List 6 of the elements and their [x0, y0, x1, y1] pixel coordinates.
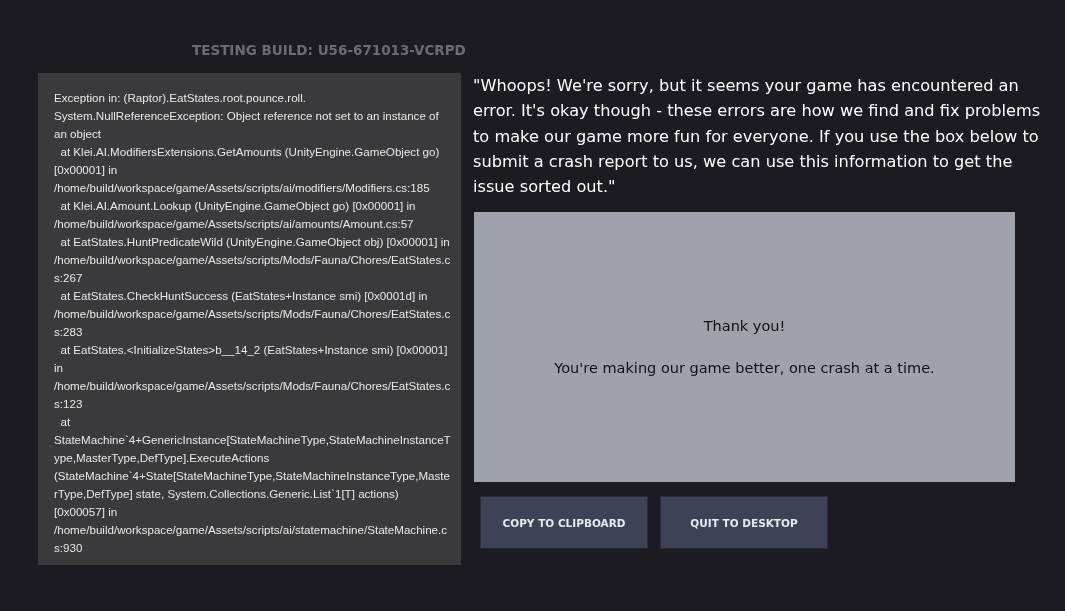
stack-trace-text: Exception in: (Raptor).EatStates.root.pounce.roll. System.NullReferenceException: Object reference not set to an instance of an object at Klei.AI.ModifiersExtensions.GetAmounts (UnityEngine.GameObject go) [0x00001] in /home/build/workspace/game/Assets/scripts/ai/modifiers/Modifiers.cs:185 at Klei.AI.Amount.Lookup (UnityEngine.GameObject go) [0x00001] in /home/build/workspace/game/Assets/scripts/ai/amounts/Amount.cs:57 at EatStates.HuntPredicateWild (UnityEngine.GameObject obj) [0x00001] in /home/build/workspace/game/Assets/scripts/Mods/Fauna/Chores/EatStates.cs:267 at EatStates.CheckHuntSuccess (EatStates+Instance smi) [0x0001d] in /home/build/workspace/game/Assets/scripts/Mods/Fauna/Chores/EatStates.cs:283 at EatStates.<InitializeStates>b__14_2 (EatStates+Instance smi) [0x00001] in /home/build/workspace/game/Assets/scripts/Mods/Fauna/Chores/EatStates.cs:123 at StateMachine`4+GenericInstance[StateMachineType,StateMachineInstanceType,MasterType,DefType].ExecuteActions (StateMachine`4+State[StateMachineType,StateMachineInstanceType,MasterType,DefType] state, System.Collections.Generic.List`1[T] actions) [0x00057] in /home/build/workspace/game/Assets/scripts/ai/statemachine/StateMachine.cs:930 [38, 73, 461, 565]
copy-to-clipboard-button[interactable]: COPY TO CLIPBOARD [480, 496, 648, 550]
quit-to-desktop-button[interactable]: QUIT TO DESKTOP [660, 496, 828, 550]
thank-you-text: Thank you! [703, 318, 786, 335]
thank-you-text: You're making our game better, one crash at a time. [554, 360, 935, 377]
apology-message: "Whoops! We're sorry, but it seems your game has encountered an error. It's okay though - these errors are how we find and fix problems to make our game more fun for everyone. If you use the box below to submit a crash report to us, we can use this information to get the issue sorted out." [473, 75, 1042, 199]
